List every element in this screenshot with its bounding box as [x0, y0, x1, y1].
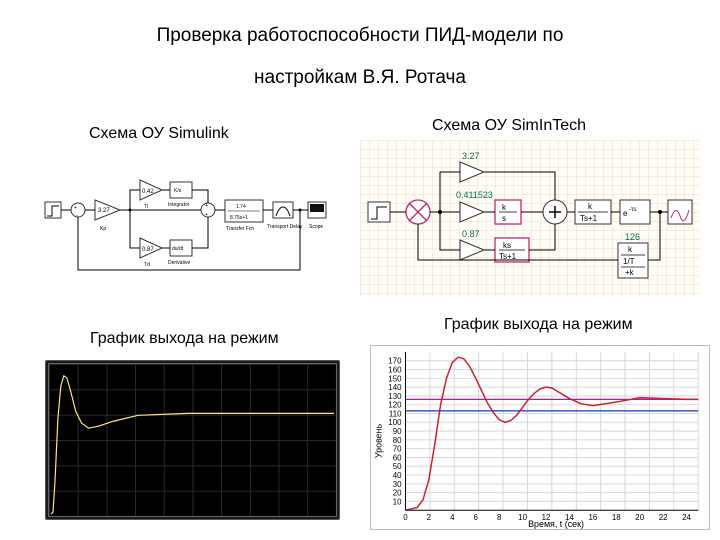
svg-text:110: 110 [389, 409, 402, 418]
svg-text:0: 0 [403, 513, 408, 522]
caption-simulink-scheme: Схема ОУ Simulink [89, 125, 229, 143]
svg-text:Transfer Fcn: Transfer Fcn [226, 226, 254, 232]
svg-text:0.411523: 0.411523 [456, 190, 493, 200]
svg-text:du/dt: du/dt [172, 246, 184, 252]
slide-title: Проверка работоспособности ПИД-модели по… [125, 15, 595, 99]
svg-text:10: 10 [393, 497, 402, 506]
svg-text:Ts+1: Ts+1 [580, 214, 598, 223]
svg-text:60: 60 [393, 453, 402, 462]
svg-text:ks: ks [503, 241, 511, 250]
svg-text:20: 20 [635, 513, 644, 522]
y-axis-label: Уровень [374, 423, 384, 458]
caption-simintech-plot: График выхода на режим [444, 316, 633, 334]
svg-text:3.27: 3.27 [462, 151, 480, 161]
svg-text:+: + [205, 203, 208, 209]
svg-text:24: 24 [682, 513, 691, 522]
svg-text:Integrator: Integrator [168, 202, 190, 208]
svg-text:Derivative: Derivative [168, 260, 190, 266]
svg-text:126: 126 [625, 232, 640, 242]
svg-text:8.75s+1: 8.75s+1 [230, 215, 248, 221]
svg-text:3.27: 3.27 [98, 208, 110, 214]
svg-text:Td: Td [144, 262, 150, 268]
svg-text:K/s: K/s [174, 188, 182, 194]
svg-text:8: 8 [497, 513, 502, 522]
svg-text:50: 50 [393, 462, 402, 471]
svg-text:130: 130 [388, 392, 402, 401]
caption-simulink-plot: График выхода на режим [90, 330, 279, 348]
svg-text:10: 10 [518, 513, 527, 522]
svg-text:0.42: 0.42 [142, 189, 154, 195]
svg-text:18: 18 [612, 513, 621, 522]
svg-text:Kp: Kp [100, 226, 106, 232]
svg-text:e: e [623, 209, 628, 218]
figure-simulink-scope [45, 360, 340, 520]
figure-simulink-diagram: + - 3.27 Kp 0.42 Ti K/s Integrator 0.87 … [40, 160, 338, 280]
svg-text:22: 22 [659, 513, 668, 522]
svg-text:1.74: 1.74 [236, 204, 246, 210]
svg-text:Ti: Ti [144, 204, 148, 210]
svg-text:70: 70 [393, 445, 402, 454]
svg-text:90: 90 [393, 427, 402, 436]
title-line1: Проверка работоспособности ПИД-модели по [157, 25, 564, 46]
caption-simintech-scheme: Схема ОУ SimInTech [432, 117, 586, 135]
svg-text:0.87: 0.87 [142, 247, 154, 253]
figure-simintech-output: 024681012141618202224 102030405060708090… [370, 345, 710, 530]
svg-text:+k: +k [625, 268, 635, 277]
svg-text:2: 2 [427, 513, 431, 522]
svg-text:16: 16 [588, 513, 597, 522]
svg-text:0.87: 0.87 [462, 229, 480, 239]
svg-text:30: 30 [393, 480, 402, 489]
svg-text:+: + [74, 205, 77, 211]
svg-text:20: 20 [393, 489, 402, 498]
svg-text:150: 150 [388, 374, 402, 383]
x-axis-label: Время, t (сек) [528, 519, 584, 529]
svg-text:Transport Delay: Transport Delay [267, 224, 303, 230]
svg-text:1/T: 1/T [623, 257, 635, 266]
svg-text:80: 80 [393, 436, 402, 445]
svg-text:160: 160 [388, 365, 402, 374]
svg-text:s: s [502, 214, 506, 223]
svg-text:6: 6 [474, 513, 479, 522]
title-line2: настройкам В.Я. Ротача [254, 67, 466, 88]
svg-text:Scope: Scope [309, 224, 323, 230]
svg-text:4: 4 [450, 513, 455, 522]
svg-text:-τs: -τs [629, 207, 636, 213]
svg-text:120: 120 [388, 401, 402, 410]
svg-text:170: 170 [388, 357, 402, 366]
svg-text:100: 100 [388, 418, 402, 427]
figure-simintech-diagram: 3.27 0.411523 0.87 k s ks Ts+1 k Ts+1 e [360, 140, 700, 295]
svg-text:40: 40 [393, 471, 402, 480]
svg-text:140: 140 [388, 383, 402, 392]
